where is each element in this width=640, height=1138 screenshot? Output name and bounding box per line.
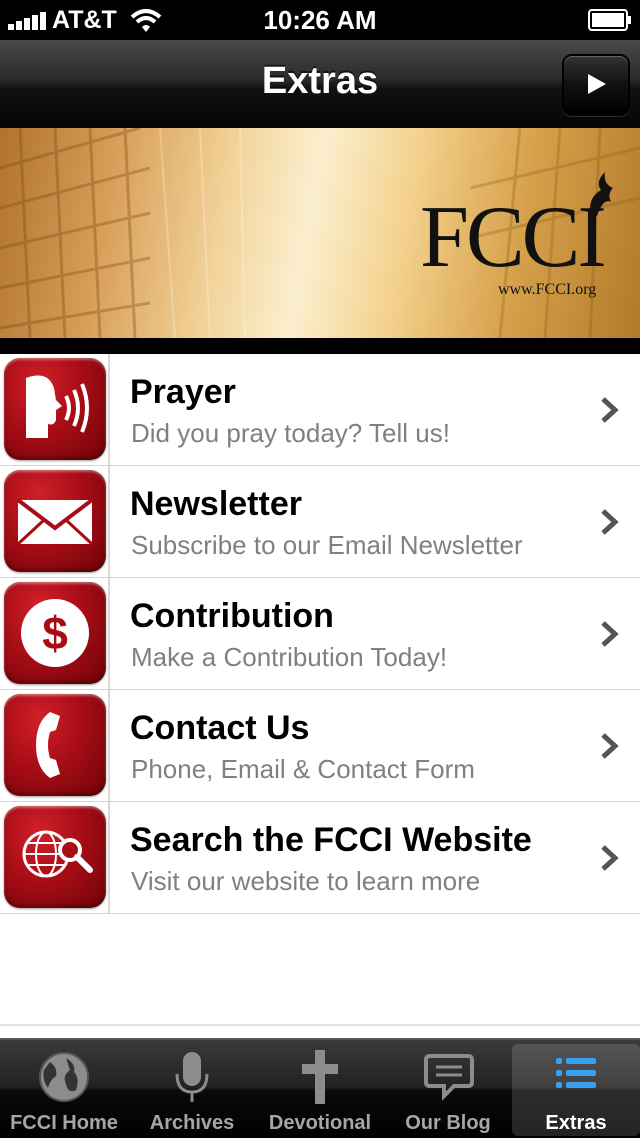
banner-divider: [0, 338, 640, 354]
tab-fcci-home[interactable]: FCCI Home: [0, 1040, 128, 1138]
tab-label: Archives: [149, 1112, 235, 1134]
chevron-right-icon: [601, 845, 619, 871]
tab-label: FCCI Home: [10, 1112, 118, 1134]
envelope-icon: [4, 470, 106, 572]
svg-text:$: $: [42, 607, 68, 659]
row-divider: [108, 466, 110, 577]
menu-item-title: Newsletter: [130, 485, 302, 523]
chevron-right-icon: [601, 733, 619, 759]
phone-icon: [4, 694, 106, 796]
row-divider: [108, 690, 110, 801]
tab-our-blog[interactable]: Our Blog: [384, 1040, 512, 1138]
tab-label: Devotional: [268, 1112, 372, 1134]
tab-bar: FCCI Home Archives Devotional Our Blog E…: [0, 1038, 640, 1138]
menu-item-title: Prayer: [130, 373, 236, 411]
microphone-icon: [175, 1052, 209, 1102]
menu-item-subtitle: Make a Contribution Today!: [131, 642, 448, 672]
chevron-right-icon: [601, 509, 619, 535]
menu-item-search-website[interactable]: Search the FCCI Website Visit our websit…: [0, 802, 640, 914]
extras-menu-list: Prayer Did you pray today? Tell us! News…: [0, 354, 640, 914]
tab-devotional[interactable]: Devotional: [256, 1040, 384, 1138]
menu-item-subtitle: Phone, Email & Contact Form: [131, 754, 475, 784]
menu-item-title: Search the FCCI Website: [130, 821, 532, 859]
navigation-bar: Extras: [0, 40, 640, 129]
tab-archives[interactable]: Archives: [128, 1040, 256, 1138]
fcci-logo: FCCI: [420, 189, 607, 286]
battery-icon: [588, 9, 631, 31]
cross-icon: [302, 1050, 338, 1104]
chevron-right-icon: [601, 397, 619, 423]
row-divider: [108, 578, 110, 689]
status-bar: AT&T 10:26 AM: [0, 0, 640, 40]
menu-item-title: Contribution: [130, 597, 334, 635]
chevron-right-icon: [601, 621, 619, 647]
page-title: Extras: [261, 60, 379, 102]
play-icon: [588, 74, 606, 94]
row-divider: [108, 802, 110, 913]
list-icon: [556, 1058, 596, 1088]
speech-bubble-icon: [424, 1054, 474, 1101]
dollar-icon: $: [4, 582, 106, 684]
globe-search-icon: [4, 806, 106, 908]
menu-item-title: Contact Us: [130, 709, 310, 747]
play-button[interactable]: [562, 54, 630, 116]
website-url: www.FCCI.org: [498, 281, 597, 298]
globe-icon: [39, 1052, 89, 1102]
menu-item-contact-us[interactable]: Contact Us Phone, Email & Contact Form: [0, 690, 640, 802]
list-footer-divider: [0, 1024, 640, 1026]
tab-label: Extras: [545, 1112, 607, 1134]
menu-item-subtitle: Subscribe to our Email Newsletter: [131, 530, 523, 560]
menu-item-contribution[interactable]: $ Contribution Make a Contribution Today…: [0, 578, 640, 690]
menu-item-subtitle: Visit our website to learn more: [131, 866, 481, 896]
speaking-head-icon: [4, 358, 106, 460]
menu-item-subtitle: Did you pray today? Tell us!: [131, 418, 450, 448]
tab-label: Our Blog: [405, 1112, 491, 1134]
menu-item-prayer[interactable]: Prayer Did you pray today? Tell us!: [0, 354, 640, 466]
menu-item-newsletter[interactable]: Newsletter Subscribe to our Email Newsle…: [0, 466, 640, 578]
status-time: 10:26 AM: [263, 5, 377, 35]
header-banner: FCCI www.FCCI.org: [0, 128, 640, 338]
row-divider: [108, 354, 110, 465]
tab-extras[interactable]: Extras: [512, 1044, 640, 1136]
